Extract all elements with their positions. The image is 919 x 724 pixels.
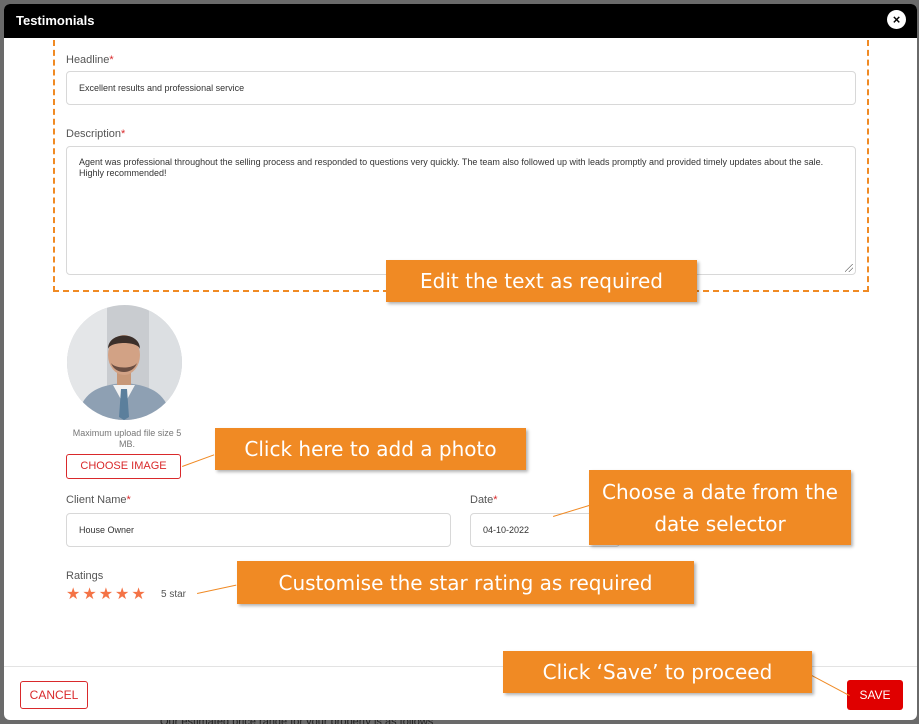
star-icon[interactable]: ★ [66, 587, 80, 603]
date-label: Date* [470, 494, 498, 506]
star-icon[interactable]: ★ [82, 587, 96, 603]
close-icon[interactable]: × [887, 10, 906, 29]
modal-header: Testimonials × [4, 4, 917, 38]
headline-label: Headline* [66, 54, 114, 66]
star-icon[interactable]: ★ [131, 587, 145, 603]
save-button[interactable]: SAVE [847, 680, 903, 710]
client-name-input[interactable]: House Owner [66, 513, 451, 547]
modal-title: Testimonials [16, 13, 95, 28]
ratings-label: Ratings [66, 570, 104, 582]
callout-choose-date: Choose a date from the date selector [589, 470, 851, 545]
star-icon[interactable]: ★ [115, 587, 129, 603]
choose-image-button[interactable]: CHOOSE IMAGE [66, 454, 181, 479]
client-name-label: Client Name* [66, 494, 131, 506]
description-label: Description* [66, 128, 126, 140]
callout-edit-text: Edit the text as required [386, 260, 697, 302]
callout-add-photo: Click here to add a photo [215, 428, 526, 470]
description-textarea[interactable]: Agent was professional throughout the se… [66, 146, 856, 275]
star-rating-text: 5 star [161, 589, 187, 600]
resize-handle-icon[interactable] [845, 264, 853, 272]
avatar [67, 305, 182, 420]
description-text: Agent was professional throughout the se… [79, 157, 824, 178]
testimonials-modal: Testimonials × Headline* Excellent resul… [4, 4, 917, 720]
callout-save: Click ‘Save’ to proceed [503, 651, 812, 693]
star-rating[interactable]: ★ ★ ★ ★ ★ [66, 587, 146, 603]
cancel-button[interactable]: CANCEL [20, 681, 88, 709]
callout-star-rating: Customise the star rating as required [237, 561, 694, 604]
headline-input[interactable]: Excellent results and professional servi… [66, 71, 856, 105]
star-icon[interactable]: ★ [99, 587, 113, 603]
upload-size-note: Maximum upload file size 5 MB. [72, 428, 182, 449]
